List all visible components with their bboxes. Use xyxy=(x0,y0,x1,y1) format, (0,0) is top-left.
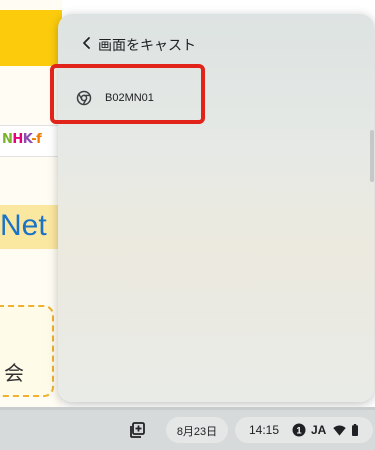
chevron-left-icon xyxy=(83,37,90,49)
background-card[interactable]: 会 xyxy=(0,305,54,397)
background-card-text: 会 xyxy=(4,361,24,385)
screen-capture-button[interactable] xyxy=(128,420,148,440)
date-tray[interactable]: 8月23日 xyxy=(166,417,228,443)
highlight-box xyxy=(50,64,205,124)
net-banner-text: Net xyxy=(0,209,47,242)
battery-icon xyxy=(352,424,358,436)
clock-text: 14:15 xyxy=(249,423,280,437)
background-nhk-banner[interactable]: NHK-f xyxy=(0,125,62,157)
panel-title: 画面をキャスト xyxy=(98,37,196,53)
status-tray[interactable]: 14:15 1 JA xyxy=(235,417,373,443)
panel-scrollbar[interactable] xyxy=(370,130,374,182)
screen: NHK-f Net 会 画面をキャスト B02MN01 8月23日 14:15 … xyxy=(0,0,375,450)
svg-text:1: 1 xyxy=(296,426,301,436)
wifi-icon xyxy=(333,425,346,436)
background-net-banner[interactable]: Net xyxy=(0,205,62,249)
notification-icon: 1 xyxy=(292,423,306,437)
background-page: NHK-f Net 会 xyxy=(0,0,62,410)
screen-capture-icon xyxy=(130,422,145,438)
back-button[interactable] xyxy=(74,30,100,56)
ime-indicator: JA xyxy=(311,423,327,437)
date-text: 8月23日 xyxy=(176,426,218,438)
background-header-bar xyxy=(0,10,62,66)
nhk-logo: NHK-f xyxy=(2,132,42,147)
